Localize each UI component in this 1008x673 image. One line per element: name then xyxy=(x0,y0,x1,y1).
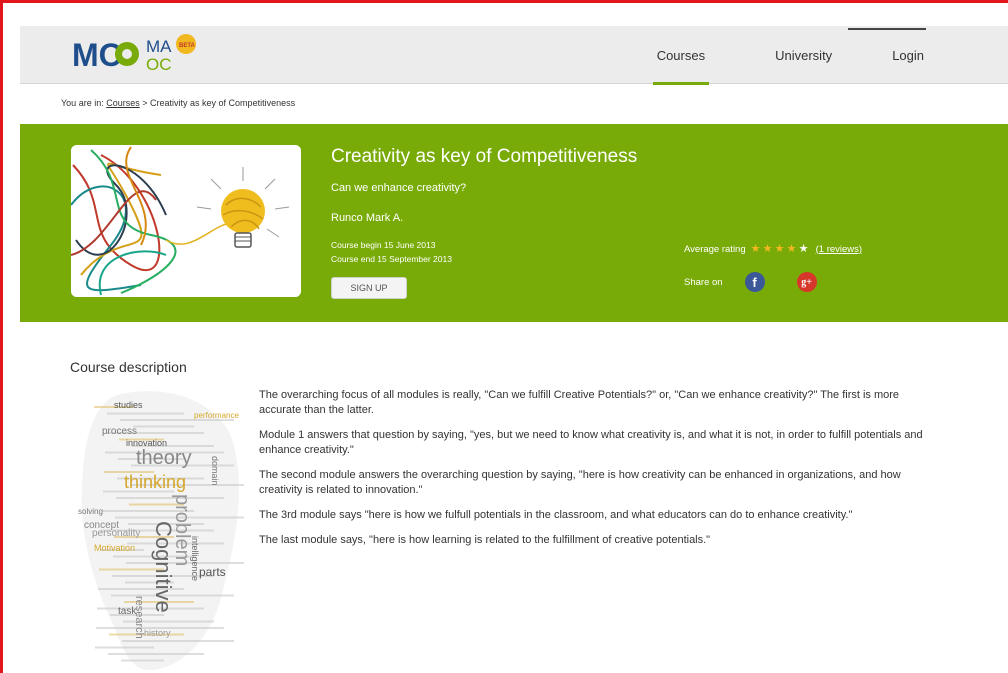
word-cloud-word: task xyxy=(118,606,137,617)
word-cloud-word: process xyxy=(102,426,137,437)
share-label: Share on xyxy=(684,276,723,288)
course-description-title: Course description xyxy=(70,359,187,375)
rating-label: Average rating xyxy=(684,243,746,255)
star-icon: ★ xyxy=(774,243,785,255)
word-cloud-word: personality xyxy=(92,528,140,539)
logo-oc-text: OC xyxy=(146,55,172,74)
word-cloud-word: history xyxy=(144,628,171,638)
course-end-date: Course end 15 September 2013 xyxy=(331,254,452,264)
top-header: MO MA OC BETA Courses University Login xyxy=(20,26,1008,85)
share-row: Share on f g+ xyxy=(684,270,817,294)
main-nav: Courses University Login xyxy=(652,26,1008,85)
beta-badge: BETA xyxy=(179,43,196,49)
word-cloud-word: parts xyxy=(199,565,226,579)
word-cloud-word: studies xyxy=(114,400,143,410)
word-cloud-word: Motivation xyxy=(94,543,135,553)
word-cloud-word: theory xyxy=(136,447,192,469)
word-cloud-word: solving xyxy=(78,507,103,516)
course-begin-date: Course begin 15 June 2013 xyxy=(331,240,436,250)
word-cloud-word: performance xyxy=(194,411,239,420)
breadcrumb-current: Creativity as key of Competitiveness xyxy=(150,98,296,108)
nav-login[interactable]: Login xyxy=(848,26,926,84)
course-description-body: The overarching focus of all modules is … xyxy=(259,388,924,558)
moma-logo[interactable]: MO MA OC BETA xyxy=(72,32,232,76)
description-paragraph: The last module says, "here is how learn… xyxy=(259,534,711,546)
course-thumbnail xyxy=(71,145,301,297)
breadcrumb-prefix: You are in: xyxy=(61,98,104,108)
nav-courses[interactable]: Courses xyxy=(652,26,710,85)
description-paragraph: Module 1 answers that question by saying… xyxy=(259,429,923,456)
star-icon: ★ xyxy=(750,243,761,255)
description-paragraph: The overarching focus of all modules is … xyxy=(259,389,900,416)
average-rating: Average rating ★ ★ ★ ★ ★ (1 reviews) xyxy=(684,242,862,256)
word-cloud-word: thinking xyxy=(124,472,186,492)
word-cloud-word: Cognitive xyxy=(151,521,176,613)
breadcrumb: You are in: Courses > Creativity as key … xyxy=(61,98,295,108)
reviews-link[interactable]: (1 reviews) xyxy=(816,244,862,255)
course-author: Runco Mark A. xyxy=(331,212,404,224)
rating-stars: ★ ★ ★ ★ ★ xyxy=(751,243,811,255)
star-icon: ★ xyxy=(786,243,797,255)
google-plus-icon[interactable]: g+ xyxy=(796,272,817,292)
word-cloud-word: domain xyxy=(210,456,220,486)
course-subtitle: Can we enhance creativity? xyxy=(331,182,467,194)
nav-university[interactable]: University xyxy=(775,26,832,84)
word-cloud-word: innovation xyxy=(126,438,167,448)
star-icon: ★ xyxy=(798,243,809,255)
star-icon: ★ xyxy=(762,243,773,255)
yarn-lightbulb-image xyxy=(71,145,301,297)
facebook-icon[interactable]: f xyxy=(744,272,765,292)
description-paragraph: The second module answers the overarchin… xyxy=(259,469,901,496)
course-title: Creativity as key of Competitiveness xyxy=(331,146,638,167)
course-banner: Creativity as key of Competitiveness Can… xyxy=(20,124,1008,322)
sign-up-button[interactable]: SIGN UP xyxy=(331,277,407,299)
description-paragraph: The 3rd module says "here is how we fulf… xyxy=(259,509,853,521)
breadcrumb-separator: > xyxy=(142,98,148,108)
word-cloud-image: studiesprocesstheorythinkingproblemCogni… xyxy=(78,391,244,671)
logo-ma-text: MA xyxy=(146,37,172,56)
breadcrumb-courses-link[interactable]: Courses xyxy=(106,98,140,108)
